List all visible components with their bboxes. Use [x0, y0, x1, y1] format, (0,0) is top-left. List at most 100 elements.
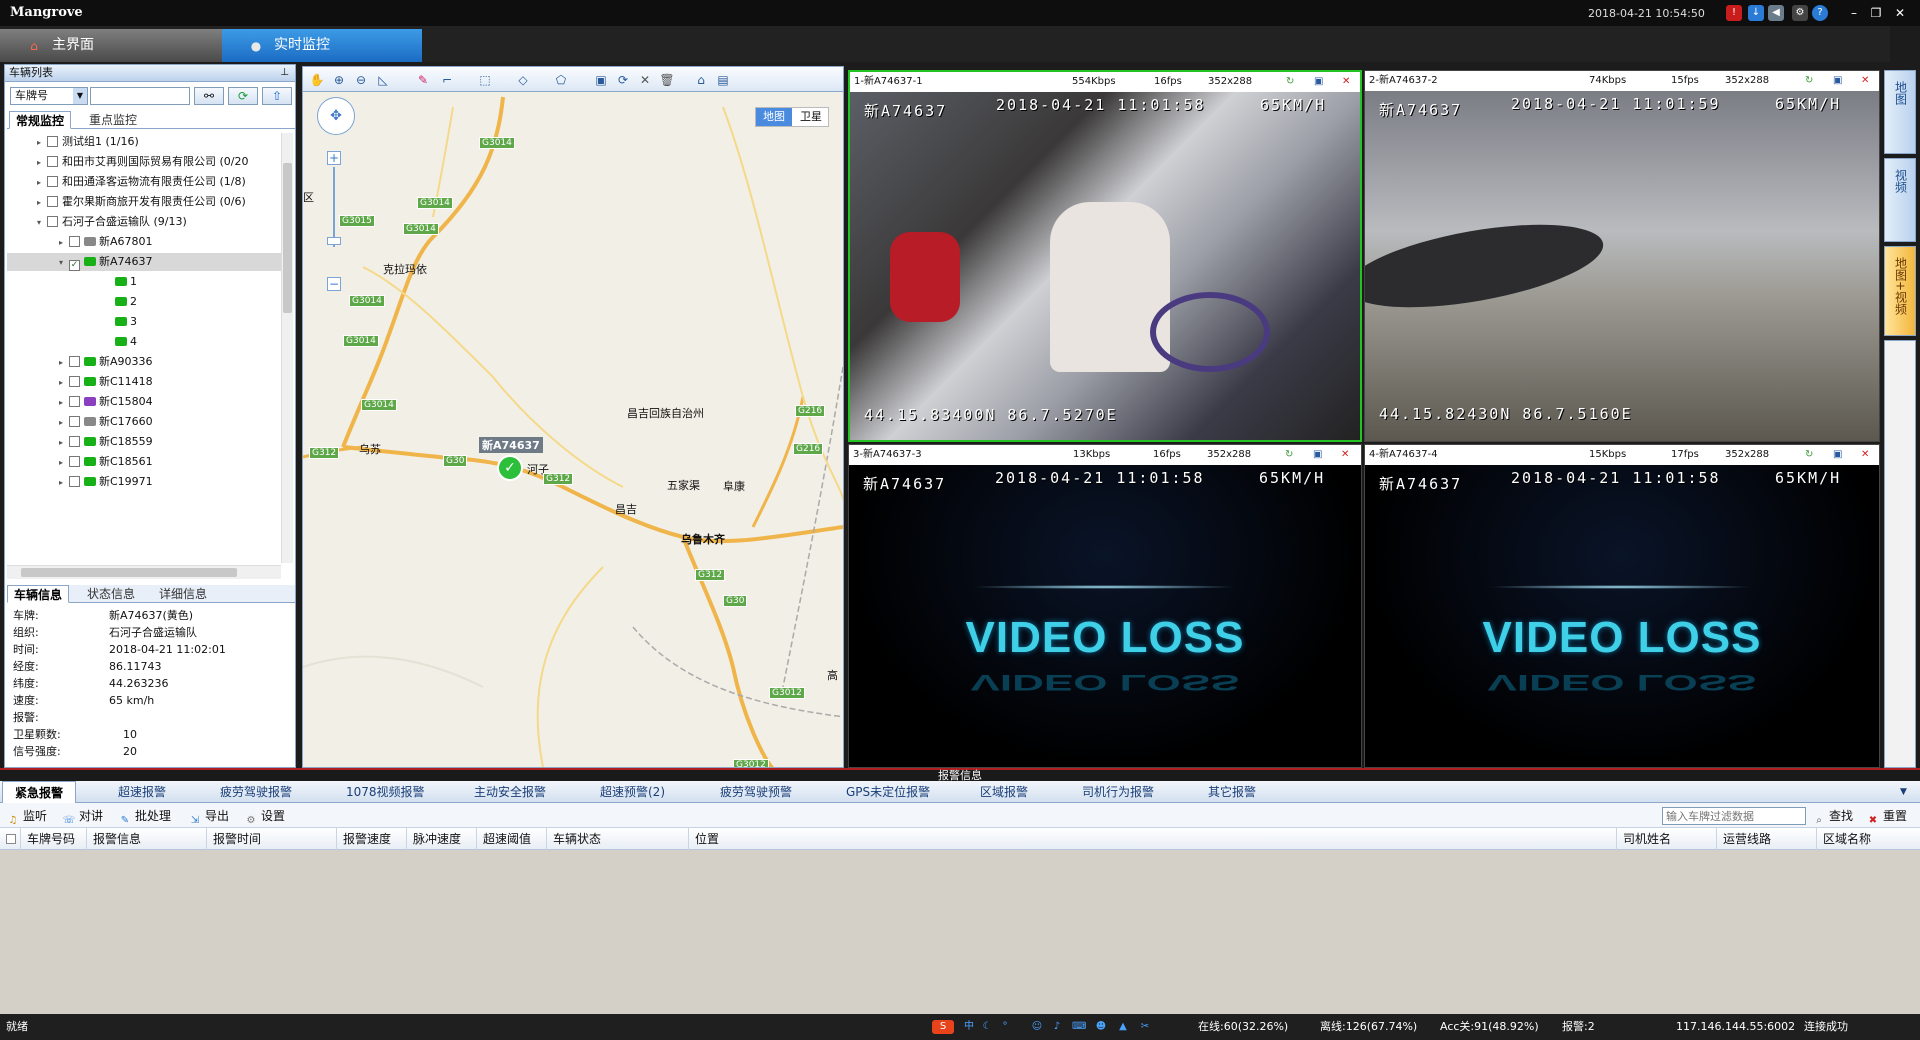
tree-vehicle[interactable]: ▸ 新C17660	[59, 413, 153, 431]
tree-channel[interactable]: 1	[115, 273, 137, 291]
find-button[interactable]: ⚯	[194, 87, 224, 105]
column-header[interactable]: 司机姓名	[1616, 828, 1671, 850]
tree-vehicle[interactable]: ▸ 新C18559	[59, 433, 153, 451]
column-header[interactable]: 超速阈值	[476, 828, 531, 850]
alarm-tab[interactable]: 超速报警	[118, 781, 166, 803]
maximize-icon[interactable]: ▣	[1833, 71, 1842, 91]
zoom-out-icon[interactable]: ⊖	[353, 72, 369, 88]
pin-icon[interactable]: ⊥	[280, 65, 289, 81]
tree-channel[interactable]: 3	[115, 313, 137, 331]
side-tab-video[interactable]: 视频	[1884, 158, 1916, 242]
video-panel-2[interactable]: 2-新A74637-2 74Kbps 15fps 352x288 ↻ ▣ ✕ 新…	[1364, 70, 1880, 442]
close-button[interactable]: ✕	[1890, 4, 1910, 22]
punct-icon[interactable]: °	[998, 1020, 1012, 1034]
tab-regular-monitor[interactable]: 常规监控	[9, 111, 72, 129]
column-header[interactable]: 运营线路	[1716, 828, 1771, 850]
tree-group[interactable]: ▸ 和田市艾再则国际贸易有限公司 (0/20	[37, 153, 249, 171]
zoom-slider-handle[interactable]	[327, 237, 341, 245]
alarm-tab[interactable]: 疲劳驾驶报警	[220, 781, 292, 803]
refresh-button[interactable]: ⟳	[228, 87, 258, 105]
tab-vehicle-info[interactable]: 车辆信息	[7, 585, 70, 603]
tree-vehicle[interactable]: ▸ 新A90336	[59, 353, 153, 371]
column-header[interactable]: 报警时间	[206, 828, 261, 850]
marker-icon[interactable]: ✎	[415, 72, 431, 88]
measure-icon[interactable]: ◺	[375, 72, 391, 88]
mic-icon[interactable]: ♪	[1050, 1020, 1064, 1034]
search-type-select[interactable]: 车牌号 ▼	[10, 87, 88, 105]
user-icon[interactable]: ☻	[1094, 1020, 1108, 1034]
video-panel-1[interactable]: 1-新A74637-1 554Kbps 16fps 352x288 ↻ ▣ ✕ …	[848, 70, 1362, 442]
ime-icon[interactable]: S	[932, 1020, 954, 1034]
minimize-button[interactable]: –	[1844, 4, 1864, 22]
map-zoom-in-button[interactable]: +	[327, 151, 341, 165]
close-video-icon[interactable]: ✕	[1861, 71, 1869, 91]
close-video-icon[interactable]: ✕	[1341, 445, 1349, 465]
alarm-tab[interactable]: 1078视频报警	[346, 781, 425, 803]
tree-scrollbar[interactable]	[281, 133, 293, 563]
column-header[interactable]: 报警信息	[86, 828, 141, 850]
map-mode-map[interactable]: 地图	[756, 108, 792, 126]
select-icon[interactable]: ▣	[593, 72, 609, 88]
tab-detail-info[interactable]: 详细信息	[153, 585, 213, 603]
polygon-select-icon[interactable]: ⬠	[553, 72, 569, 88]
rotate-icon[interactable]: ↻	[1286, 72, 1294, 92]
download-icon[interactable]: ↓	[1748, 5, 1764, 21]
speaker-icon[interactable]: ◀	[1768, 5, 1784, 21]
tree-hscrollbar[interactable]	[7, 565, 281, 579]
rotate-icon[interactable]: ↻	[1805, 445, 1813, 465]
tree-group[interactable]: ▸ 霍尔果斯商旅开发有限责任公司 (0/6)	[37, 193, 246, 211]
emoji-icon[interactable]: ☺	[1030, 1020, 1044, 1034]
video-panel-3[interactable]: 3-新A74637-3 13Kbps 16fps 352x288 ↻ ▣ ✕ 新…	[848, 444, 1362, 768]
chevron-down-icon[interactable]: ▼	[1900, 781, 1907, 803]
column-header[interactable]: 车牌号码	[20, 828, 75, 850]
tab-realtime-monitor[interactable]: ● 实时监控	[222, 29, 422, 62]
search-input[interactable]	[90, 87, 190, 105]
listen-button[interactable]: ♫ 监听	[6, 807, 48, 826]
reset-button[interactable]: ✖ 重置	[1866, 807, 1907, 826]
rotate-icon[interactable]: ↻	[1285, 445, 1293, 465]
tree-vehicle[interactable]: ▸ 新C15804	[59, 393, 153, 411]
video-panel-4[interactable]: 4-新A74637-4 15Kbps 17fps 352x288 ↻ ▣ ✕ 新…	[1364, 444, 1880, 768]
pan-control[interactable]: ✥	[317, 97, 355, 135]
column-header[interactable]: 区域名称	[1816, 828, 1871, 850]
tree-vehicle[interactable]: ▸ 新C11418	[59, 373, 153, 391]
rotate-icon[interactable]: ↻	[1805, 71, 1813, 91]
pan-hand-icon[interactable]: ✋	[309, 72, 325, 88]
tree-channel[interactable]: 4	[115, 333, 137, 351]
alarm-tab[interactable]: 司机行为报警	[1082, 781, 1154, 803]
alarm-tab[interactable]: 区域报警	[980, 781, 1028, 803]
column-header[interactable]: 脉冲速度	[406, 828, 461, 850]
gear-icon[interactable]: ⚙	[1792, 5, 1808, 21]
column-header[interactable]: 位置	[688, 828, 719, 850]
refresh-map-icon[interactable]: ⟳	[615, 72, 631, 88]
tab-key-monitor[interactable]: 重点监控	[83, 111, 143, 129]
tree-group[interactable]: ▸ 测试组1 (1/16)	[37, 133, 139, 151]
circle-select-icon[interactable]: ◇	[515, 72, 531, 88]
map-zoom-out-button[interactable]: −	[327, 277, 341, 291]
trash-icon[interactable]: 🗑	[659, 72, 675, 88]
moon-icon[interactable]: ☾	[980, 1020, 994, 1034]
tree-vehicle[interactable]: ▸ 新A67801	[59, 233, 153, 251]
draw-line-icon[interactable]: ⌐	[439, 72, 455, 88]
clear-icon[interactable]: ✕	[637, 72, 653, 88]
side-tab-map-video[interactable]: 地图+视频	[1884, 246, 1916, 336]
column-header[interactable]: 报警速度	[336, 828, 391, 850]
select-all-checkbox[interactable]	[0, 828, 20, 850]
alarm-tab[interactable]: GPS未定位报警	[846, 781, 930, 803]
alarm-tab[interactable]: 疲劳驾驶预警	[720, 781, 792, 803]
alarm-header[interactable]: 报警信息	[0, 768, 1920, 782]
alarm-tab[interactable]: 其它报警	[1208, 781, 1256, 803]
restore-button[interactable]: ❐	[1866, 4, 1886, 22]
batch-button[interactable]: ✎ 批处理	[118, 807, 171, 826]
tree-vehicle[interactable]: ▸ 新C19971	[59, 473, 153, 491]
settings-button[interactable]: ⚙ 设置	[244, 807, 286, 826]
tree-group[interactable]: ▾ 石河子合盛运输队 (9/13)	[37, 213, 187, 231]
alarm-tab[interactable]: 超速预警(2)	[600, 781, 665, 803]
vehicle-marker-icon[interactable]: ✓	[497, 455, 523, 481]
column-header[interactable]: 车辆状态	[546, 828, 601, 850]
tree-vehicle[interactable]: ▸ 新C18561	[59, 453, 153, 471]
close-video-icon[interactable]: ✕	[1861, 445, 1869, 465]
help-icon[interactable]: ?	[1812, 5, 1828, 21]
locate-button[interactable]: ⇧	[262, 87, 292, 105]
side-tab-map[interactable]: 地图	[1884, 70, 1916, 154]
